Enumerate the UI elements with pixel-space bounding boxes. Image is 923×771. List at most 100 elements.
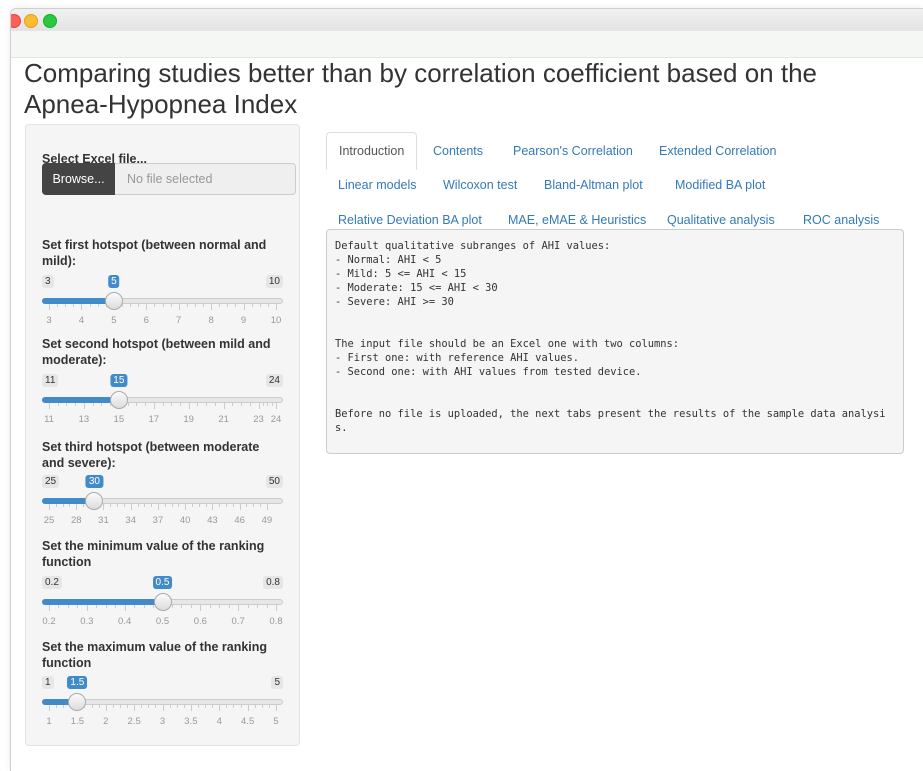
- slider-tick-label: 19: [183, 414, 194, 425]
- slider-grid: [42, 403, 283, 411]
- slider-label-third-hotspot: Set third hotspot (between moderate and …: [42, 440, 260, 470]
- slider-minor-tick: [77, 605, 79, 608]
- slider-tick-label: 4: [216, 716, 222, 727]
- slider-tick-mark: [124, 605, 126, 611]
- min-ranking-slider[interactable]: 0.2 0.8 0.5 0.2 0.3 0.4 0.5 0.6 0.7 0.8: [42, 576, 283, 632]
- slider-minor-tick: [171, 605, 173, 608]
- slider-minor-tick: [154, 304, 156, 307]
- slider-minor-tick: [219, 304, 221, 307]
- tab-contents[interactable]: Contents: [421, 133, 495, 169]
- max-ranking-slider[interactable]: 1 5 1.5 1 1.5 2 2.5 3 3.5 4 4.5 5: [42, 676, 283, 732]
- slider-max-label: 10: [265, 275, 283, 288]
- slider-minor-tick: [212, 705, 214, 708]
- slider-minor-tick: [138, 304, 140, 307]
- slider-minor-tick: [171, 403, 173, 406]
- second-hotspot-slider[interactable]: 11 24 15 11 13 15 17 19 21 23 24: [42, 374, 283, 430]
- tab-bar: Introduction Contents Pearson's Correlat…: [326, 124, 916, 228]
- slider-tick-mark: [243, 304, 245, 310]
- slider-max-label: 50: [265, 475, 283, 488]
- slider-minor-tick: [253, 504, 255, 507]
- file-name-field[interactable]: No file selected: [115, 163, 296, 195]
- slider-minor-tick: [203, 304, 205, 307]
- slider-tick-mark: [247, 705, 249, 711]
- slider-tick-mark: [266, 504, 268, 510]
- slider-tick-mark: [146, 304, 148, 310]
- slider-tick-label: 17: [148, 414, 160, 425]
- slider-minor-tick: [164, 504, 166, 507]
- slider-tick-label: 0.5: [155, 616, 170, 627]
- tab-bland-altman-plot[interactable]: Bland-Altman plot: [532, 167, 655, 203]
- slider-tick-mark: [86, 605, 88, 611]
- tab-linear-models[interactable]: Linear models: [326, 167, 429, 203]
- slider-minor-tick: [226, 504, 228, 507]
- slider-tick-mark: [238, 605, 240, 611]
- slider-minor-tick: [232, 504, 234, 507]
- slider-minor-tick: [247, 605, 249, 608]
- slider-minor-tick: [66, 403, 68, 406]
- slider-minor-tick: [267, 304, 269, 307]
- slider-minor-tick: [228, 605, 230, 608]
- slider-minor-tick: [162, 403, 164, 406]
- slider-minor-tick: [97, 304, 99, 307]
- slider-minor-tick: [127, 403, 129, 406]
- slider-minor-tick: [190, 605, 192, 608]
- slider-minor-tick: [75, 403, 77, 406]
- slider-minor-tick: [178, 504, 180, 507]
- slider-tick-mark: [276, 403, 277, 409]
- third-hotspot-slider[interactable]: 25 50 30 25 28 31 34 37 40 43 46 49: [42, 475, 283, 531]
- close-window-icon[interactable]: [11, 14, 21, 28]
- slider-minor-tick: [69, 504, 71, 507]
- slider-tick-mark: [49, 705, 50, 711]
- slider-tick-label: 8: [208, 315, 214, 326]
- slider-minor-tick: [67, 605, 69, 608]
- slider-minor-tick: [214, 403, 216, 406]
- first-hotspot-slider[interactable]: 3 10 5 3 4 5 6 7 8 9 10: [42, 275, 283, 331]
- browse-button[interactable]: Browse...: [42, 163, 115, 195]
- slider-tick-label: 10: [270, 315, 282, 326]
- slider-minor-tick: [226, 705, 228, 708]
- slider-tick-label: 3: [159, 716, 166, 727]
- slider-handle[interactable]: [109, 391, 128, 409]
- slider-handle[interactable]: [104, 292, 123, 310]
- tab-wilcoxon-test[interactable]: Wilcoxon test: [431, 167, 529, 203]
- slider-grid: [42, 504, 283, 512]
- slider-tick-label: 28: [70, 515, 82, 526]
- slider-grid: [42, 304, 283, 312]
- slider-minor-tick: [65, 304, 67, 307]
- slider-minor-tick: [209, 605, 211, 608]
- slider-minor-tick: [98, 705, 100, 708]
- window-titlebar: [11, 9, 923, 31]
- slider-minor-tick: [148, 705, 150, 708]
- tab-introduction[interactable]: Introduction: [326, 132, 418, 170]
- slider-max-label: 0.8: [263, 576, 283, 589]
- slider-minor-tick: [233, 705, 235, 708]
- slider-max-label: 5: [271, 676, 283, 689]
- slider-minor-tick: [198, 504, 200, 507]
- slider-minor-tick: [83, 504, 85, 507]
- slider-tick-label: 46: [234, 515, 245, 526]
- slider-tick-mark: [219, 705, 221, 711]
- tab-pearsons-correlation[interactable]: Pearson's Correlation: [501, 133, 645, 169]
- slider-handle[interactable]: [68, 693, 87, 711]
- slider-tick-mark: [211, 304, 213, 310]
- slider-minor-tick: [92, 403, 94, 406]
- slider-minor-tick: [171, 504, 173, 507]
- slider-tick-mark: [200, 605, 202, 611]
- slider-tick-label: 0.8: [269, 616, 283, 627]
- slider-tick-label: 2: [103, 716, 109, 727]
- slider-tick-mark: [49, 403, 50, 409]
- slider-minor-tick: [134, 605, 136, 608]
- slider-min-label: 1: [42, 676, 54, 689]
- slider-tick-mark: [188, 403, 190, 409]
- slider-handle[interactable]: [85, 492, 104, 510]
- slider-min-label: 11: [42, 374, 59, 387]
- slider-minor-tick: [206, 403, 208, 406]
- slider-minor-tick: [254, 705, 256, 708]
- slider-minor-tick: [257, 605, 259, 608]
- slider-handle[interactable]: [153, 593, 172, 611]
- zoom-window-icon[interactable]: [43, 14, 57, 28]
- tab-extended-correlation[interactable]: Extended Correlation: [647, 133, 788, 169]
- tab-modified-ba-plot[interactable]: Modified BA plot: [663, 167, 777, 203]
- slider-tick-label: 15: [113, 414, 125, 425]
- minimize-window-icon[interactable]: [24, 14, 38, 28]
